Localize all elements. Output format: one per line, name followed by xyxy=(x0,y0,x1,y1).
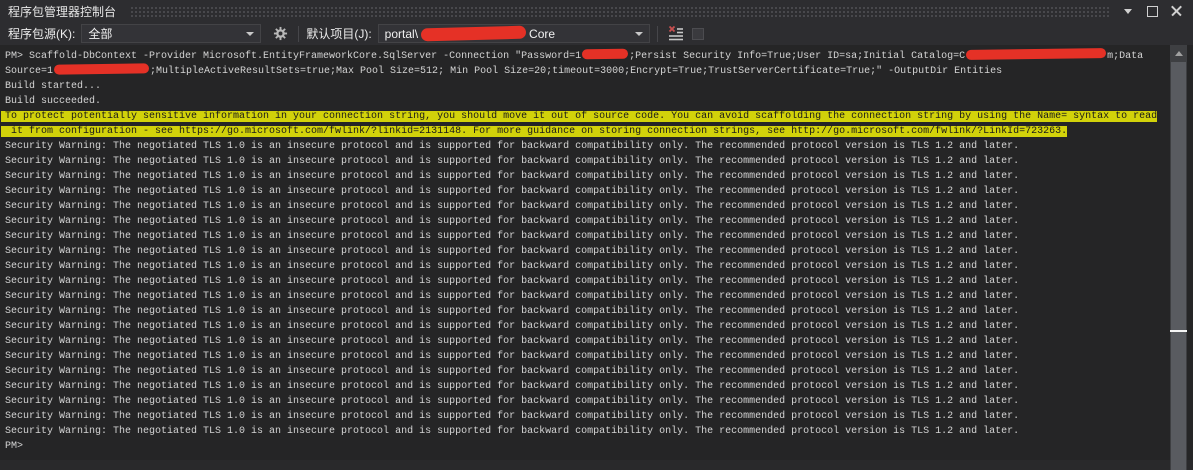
package-source-settings-button[interactable] xyxy=(269,24,291,44)
stop-button[interactable] xyxy=(687,24,709,44)
scrollbar-thumb[interactable] xyxy=(1171,62,1186,470)
redaction-scribble xyxy=(53,63,150,75)
console-line: Build succeeded. xyxy=(5,96,102,107)
console-line: Security Warning: The negotiated TLS 1.0… xyxy=(5,351,1020,362)
maximize-icon xyxy=(1146,5,1158,17)
default-project-label: 默认项目(J): xyxy=(306,27,372,41)
console-line: Security Warning: The negotiated TLS 1.0… xyxy=(5,156,1020,167)
clear-console-icon xyxy=(668,25,683,40)
redaction-scribble xyxy=(966,48,1107,60)
console-line: it from configuration - see https://go.m… xyxy=(1,124,1193,139)
vertical-scrollbar[interactable] xyxy=(1170,45,1187,470)
redaction-scribble xyxy=(420,25,527,42)
console-line: Security Warning: The negotiated TLS 1.0… xyxy=(5,141,1020,152)
console-line: Security Warning: The negotiated TLS 1.0… xyxy=(5,186,1020,197)
close-icon xyxy=(1171,6,1182,17)
stop-icon xyxy=(691,27,704,40)
console-line: Build started... xyxy=(5,81,102,92)
clear-console-button[interactable] xyxy=(665,24,687,44)
default-project-combobox[interactable]: portal\ Core xyxy=(377,24,650,43)
package-manager-console-panel: 程序包管理器控制台 程序包源(K): 全部 默认项目(J): portal\ C… xyxy=(0,0,1193,470)
console-line: Security Warning: The negotiated TLS 1.0… xyxy=(5,276,1020,287)
console-line: Security Warning: The negotiated TLS 1.0… xyxy=(5,216,1020,227)
window-position-button[interactable] xyxy=(1119,3,1137,19)
console-line: PM> Scaffold-DbContext -Provider Microso… xyxy=(5,48,1193,64)
scrollbar-position-marker xyxy=(1170,330,1187,332)
console-line: Security Warning: The negotiated TLS 1.0… xyxy=(5,171,1020,182)
console-line: Security Warning: The negotiated TLS 1.0… xyxy=(5,246,1020,257)
titlebar-drag-dots[interactable] xyxy=(130,5,1109,17)
console-line: Security Warning: The negotiated TLS 1.0… xyxy=(5,381,1020,392)
console-line: Source=1 ;MultipleActiveResultSets=true;M… xyxy=(5,63,1193,79)
chevron-down-icon xyxy=(1124,8,1132,14)
console-line: Security Warning: The negotiated TLS 1.0… xyxy=(5,366,1020,377)
console-line: Security Warning: The negotiated TLS 1.0… xyxy=(5,306,1020,317)
console-line: Security Warning: The negotiated TLS 1.0… xyxy=(5,426,1020,437)
console-line: Security Warning: The negotiated TLS 1.0… xyxy=(5,231,1020,242)
package-source-combobox[interactable]: 全部 xyxy=(81,24,262,43)
console-line: Security Warning: The negotiated TLS 1.0… xyxy=(5,291,1020,302)
console-line: Security Warning: The negotiated TLS 1.0… xyxy=(5,396,1020,407)
default-project-value-suffix: Core xyxy=(529,26,556,41)
console-line: To protect potentially sensitive informa… xyxy=(1,109,1193,124)
console-line: PM> xyxy=(5,441,24,452)
console-line: Security Warning: The negotiated TLS 1.0… xyxy=(5,411,1020,422)
maximize-button[interactable] xyxy=(1143,3,1161,19)
console-line: Security Warning: The negotiated TLS 1.0… xyxy=(5,321,1020,332)
scroll-up-button[interactable] xyxy=(1170,45,1187,62)
redaction-scribble xyxy=(582,48,629,60)
chevron-down-icon xyxy=(246,31,255,36)
console-line: Security Warning: The negotiated TLS 1.0… xyxy=(5,261,1020,272)
console-line: Security Warning: The negotiated TLS 1.0… xyxy=(5,201,1020,212)
package-source-value: 全部 xyxy=(88,27,113,41)
panel-title: 程序包管理器控制台 xyxy=(8,4,117,19)
chevron-down-icon xyxy=(634,31,643,36)
console-output[interactable]: PM> Scaffold-DbContext -Provider Microso… xyxy=(0,45,1193,460)
titlebar-controls xyxy=(1119,3,1193,19)
package-source-label: 程序包源(K): xyxy=(8,27,76,41)
console-toolbar: 程序包源(K): 全部 默认项目(J): portal\ Core xyxy=(0,22,1193,45)
panel-bottom-edge xyxy=(0,460,1193,470)
toolbar-separator xyxy=(656,25,658,42)
gear-icon xyxy=(273,26,287,41)
toolbar-separator xyxy=(298,25,300,42)
console-line: Security Warning: The negotiated TLS 1.0… xyxy=(5,336,1020,347)
scroll-up-icon xyxy=(1174,51,1183,56)
panel-titlebar: 程序包管理器控制台 xyxy=(0,0,1193,22)
default-project-value-prefix: portal\ xyxy=(384,26,419,41)
close-button[interactable] xyxy=(1167,3,1185,19)
